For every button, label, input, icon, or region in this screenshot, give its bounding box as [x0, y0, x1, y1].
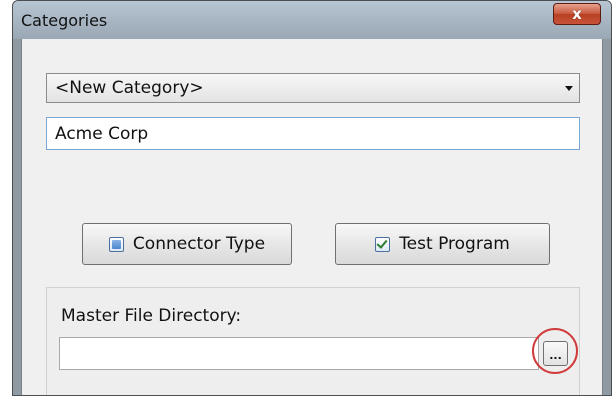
- close-icon: x: [572, 4, 582, 23]
- master-file-directory-input[interactable]: [59, 337, 539, 370]
- master-file-directory-label: Master File Directory:: [61, 306, 242, 326]
- categories-window: Categories x <New Category> Connector Ty…: [12, 0, 612, 396]
- checkbox-unchecked-icon: [108, 236, 124, 252]
- test-program-label: Test Program: [399, 234, 510, 254]
- chevron-down-icon[interactable]: [565, 86, 573, 91]
- category-dropdown[interactable]: <New Category>: [46, 73, 580, 103]
- checkbox-checked-icon: [375, 236, 391, 252]
- category-dropdown-value: <New Category>: [55, 78, 204, 98]
- title-bar: Categories x: [13, 1, 611, 39]
- close-button[interactable]: x: [553, 3, 601, 25]
- dialog-content: <New Category> Connector Type Test Progr…: [21, 39, 603, 395]
- connector-type-label: Connector Type: [132, 234, 266, 254]
- connector-type-button[interactable]: Connector Type: [82, 223, 292, 265]
- window-title: Categories: [21, 11, 108, 30]
- category-name-input[interactable]: [46, 117, 580, 150]
- test-program-button[interactable]: Test Program: [335, 223, 550, 265]
- browse-button[interactable]: ...: [543, 341, 568, 366]
- master-file-directory-group: Master File Directory: ...: [46, 287, 580, 395]
